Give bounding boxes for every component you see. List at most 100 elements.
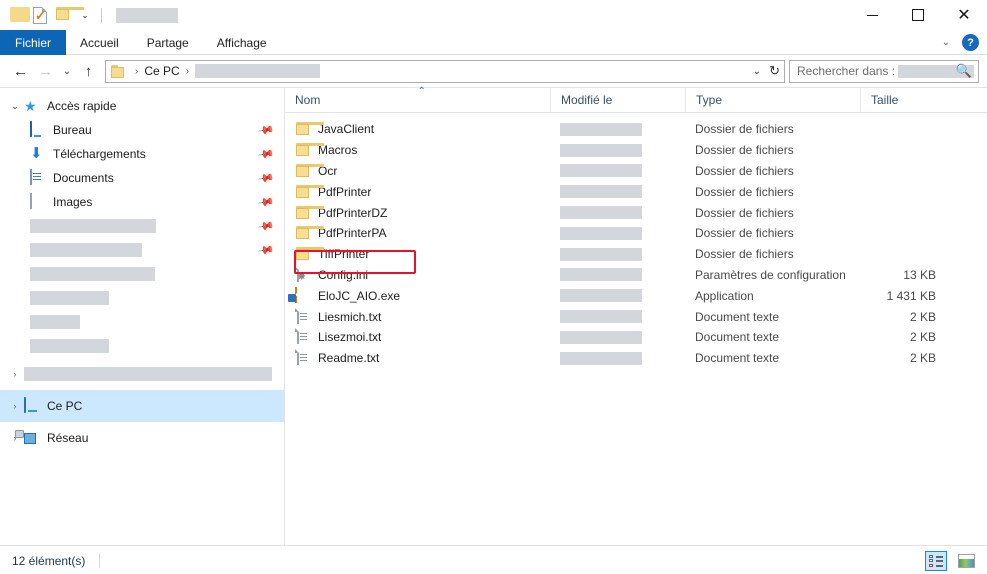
file-name: Liesmich.txt xyxy=(318,309,382,324)
file-name-cell[interactable]: EloJC_AIO.exe xyxy=(285,286,550,304)
folder-icon xyxy=(295,225,324,241)
chevron-down-icon[interactable]: ⌄ xyxy=(942,37,950,48)
chevron-right-icon[interactable]: › xyxy=(6,369,24,379)
table-row[interactable]: PdfPrinterDZ Dossier de fichiers xyxy=(285,202,987,223)
tab-fichier[interactable]: Fichier xyxy=(0,30,67,55)
breadcrumb-separator[interactable]: › xyxy=(129,66,144,77)
large-icons-view-button[interactable] xyxy=(955,551,977,571)
file-name-cell[interactable]: PdfPrinter xyxy=(285,184,550,200)
file-rows: JavaClient Dossier de fichiers Macros Do… xyxy=(285,113,987,369)
maximize-button[interactable] xyxy=(895,0,941,30)
pin-icon[interactable]: 📌 xyxy=(257,193,276,212)
table-row-highlighted[interactable]: EloJC_AIO.exe Application 1 431 KB xyxy=(285,285,987,306)
tab-accueil[interactable]: Accueil xyxy=(66,30,133,55)
file-name-cell[interactable]: PdfPrinterPA xyxy=(285,225,550,241)
minimize-button[interactable] xyxy=(849,0,895,30)
column-header-type[interactable]: Type xyxy=(685,87,860,113)
details-view-button[interactable] xyxy=(925,550,947,571)
table-row[interactable]: JavaClient Dossier de fichiers xyxy=(285,119,987,140)
file-name-cell[interactable]: JavaClient xyxy=(285,121,550,137)
folder-icon xyxy=(295,121,324,137)
pin-icon[interactable]: 📌 xyxy=(257,241,276,260)
breadcrumb-item-ce-pc[interactable]: Ce PC xyxy=(144,64,179,78)
file-type-cell: Dossier de fichiers xyxy=(695,247,794,262)
file-name-cell[interactable]: Ocr xyxy=(285,163,550,179)
file-modified-cell xyxy=(550,310,685,324)
properties-icon[interactable] xyxy=(33,7,49,24)
sidebar-item-ce-pc[interactable]: › Ce PC xyxy=(0,390,284,422)
sidebar-item-images[interactable]: Images 📌 xyxy=(0,190,284,214)
search-input[interactable]: Rechercher dans : xyxy=(797,64,895,78)
column-header-nom[interactable]: ⌃ Nom xyxy=(285,86,550,113)
close-button[interactable]: ✕ xyxy=(941,0,987,30)
file-name-cell[interactable]: Readme.txt xyxy=(285,349,550,366)
sidebar-item-label: Documents xyxy=(53,171,114,185)
chevron-right-icon[interactable]: › xyxy=(6,401,24,411)
file-name-cell[interactable]: Lisezmoi.txt xyxy=(285,328,550,345)
help-button[interactable]: ? xyxy=(962,34,979,51)
sidebar-item-redacted-4[interactable] xyxy=(0,286,284,310)
table-row[interactable]: Lisezmoi.txt Document texte 2 KB xyxy=(285,327,987,348)
breadcrumb-separator-2[interactable]: › xyxy=(180,66,195,77)
pin-icon[interactable]: 📌 xyxy=(257,169,276,188)
sidebar-item-redacted-1[interactable]: 📌 xyxy=(0,214,284,238)
file-type-cell: Paramètres de configuration xyxy=(695,267,846,282)
search-icon[interactable]: 🔍 xyxy=(956,63,972,79)
sidebar-item-reseau[interactable]: › Réseau xyxy=(0,422,284,454)
breadcrumb-item-redacted[interactable] xyxy=(195,64,321,78)
chevron-down-icon[interactable]: ⌄ xyxy=(6,101,24,112)
table-row[interactable]: Liesmich.txt Document texte 2 KB xyxy=(285,306,987,327)
file-name-cell[interactable]: Config.ini xyxy=(285,265,550,283)
breadcrumb[interactable]: › Ce PC › ⌄ ↻ xyxy=(105,59,785,83)
file-name-cell[interactable]: TiffPrinter xyxy=(285,246,550,262)
file-name: Config.ini xyxy=(318,267,369,282)
refresh-icon[interactable]: ↻ xyxy=(769,63,780,79)
recent-locations-chevron-icon[interactable]: ⌄ xyxy=(58,59,76,83)
table-row[interactable]: Macros Dossier de fichiers xyxy=(285,140,987,161)
up-button[interactable]: ↑ xyxy=(76,59,101,83)
table-row[interactable]: Ocr Dossier de fichiers xyxy=(285,161,987,182)
back-button[interactable]: ← xyxy=(8,59,33,83)
window-title-redacted xyxy=(116,7,178,23)
customize-qat-chevron-icon[interactable]: ⌄ xyxy=(79,10,91,21)
pin-icon[interactable]: 📌 xyxy=(257,121,276,140)
column-header-taille[interactable]: Taille xyxy=(860,87,948,113)
folder-icon xyxy=(295,142,324,158)
sidebar-item-telechargements[interactable]: ⬇ Téléchargements 📌 xyxy=(0,142,284,166)
column-header-modifie-le[interactable]: Modifié le xyxy=(550,87,685,113)
table-row[interactable]: PdfPrinter Dossier de fichiers xyxy=(285,181,987,202)
file-name-cell[interactable]: Macros xyxy=(285,142,550,158)
search-box[interactable]: Rechercher dans : 🔍 xyxy=(789,59,979,83)
table-row[interactable]: PdfPrinterPA Dossier de fichiers xyxy=(285,223,987,244)
quick-access-toolbar: ⌄ xyxy=(0,7,178,24)
download-icon: ⬇ xyxy=(30,145,43,162)
sidebar-item-redacted-5[interactable] xyxy=(0,310,284,334)
sidebar-item-bureau[interactable]: Bureau 📌 xyxy=(0,118,284,142)
file-name-cell[interactable]: Liesmich.txt xyxy=(285,307,550,325)
new-folder-icon[interactable] xyxy=(56,7,84,23)
pin-icon[interactable]: 📌 xyxy=(257,217,276,236)
address-dropdown-chevron-icon[interactable]: ⌄ xyxy=(753,66,761,77)
file-modified-cell xyxy=(550,185,685,199)
table-row[interactable]: Readme.txt Document texte 2 KB xyxy=(285,348,987,369)
sidebar-item-redacted-2[interactable]: 📌 xyxy=(0,238,284,262)
sidebar-item-redacted-root[interactable]: › xyxy=(0,358,284,390)
file-modified-cell xyxy=(550,247,685,261)
table-row[interactable]: TiffPrinter Dossier de fichiers xyxy=(285,244,987,265)
file-name: EloJC_AIO.exe xyxy=(318,288,401,303)
sidebar-item-label: Téléchargements xyxy=(53,147,146,161)
tab-affichage[interactable]: Affichage xyxy=(203,30,281,55)
redacted-date xyxy=(560,122,642,136)
file-name-cell[interactable]: PdfPrinterDZ xyxy=(285,205,550,221)
table-row[interactable]: Config.ini Paramètres de configuration 1… xyxy=(285,265,987,286)
file-name: Readme.txt xyxy=(318,351,380,366)
sidebar-item-documents[interactable]: Documents 📌 xyxy=(0,166,284,190)
tab-partage[interactable]: Partage xyxy=(133,30,203,55)
folder-icon xyxy=(295,184,324,200)
folder-plain-icon[interactable] xyxy=(10,7,30,23)
sidebar-item-redacted-3[interactable] xyxy=(0,262,284,286)
sidebar-item-acces-rapide[interactable]: ⌄ ★ Accès rapide xyxy=(0,94,284,118)
sidebar-item-redacted-6[interactable] xyxy=(0,334,284,358)
pin-icon[interactable]: 📌 xyxy=(257,145,276,164)
file-type-cell: Dossier de fichiers xyxy=(695,205,794,220)
